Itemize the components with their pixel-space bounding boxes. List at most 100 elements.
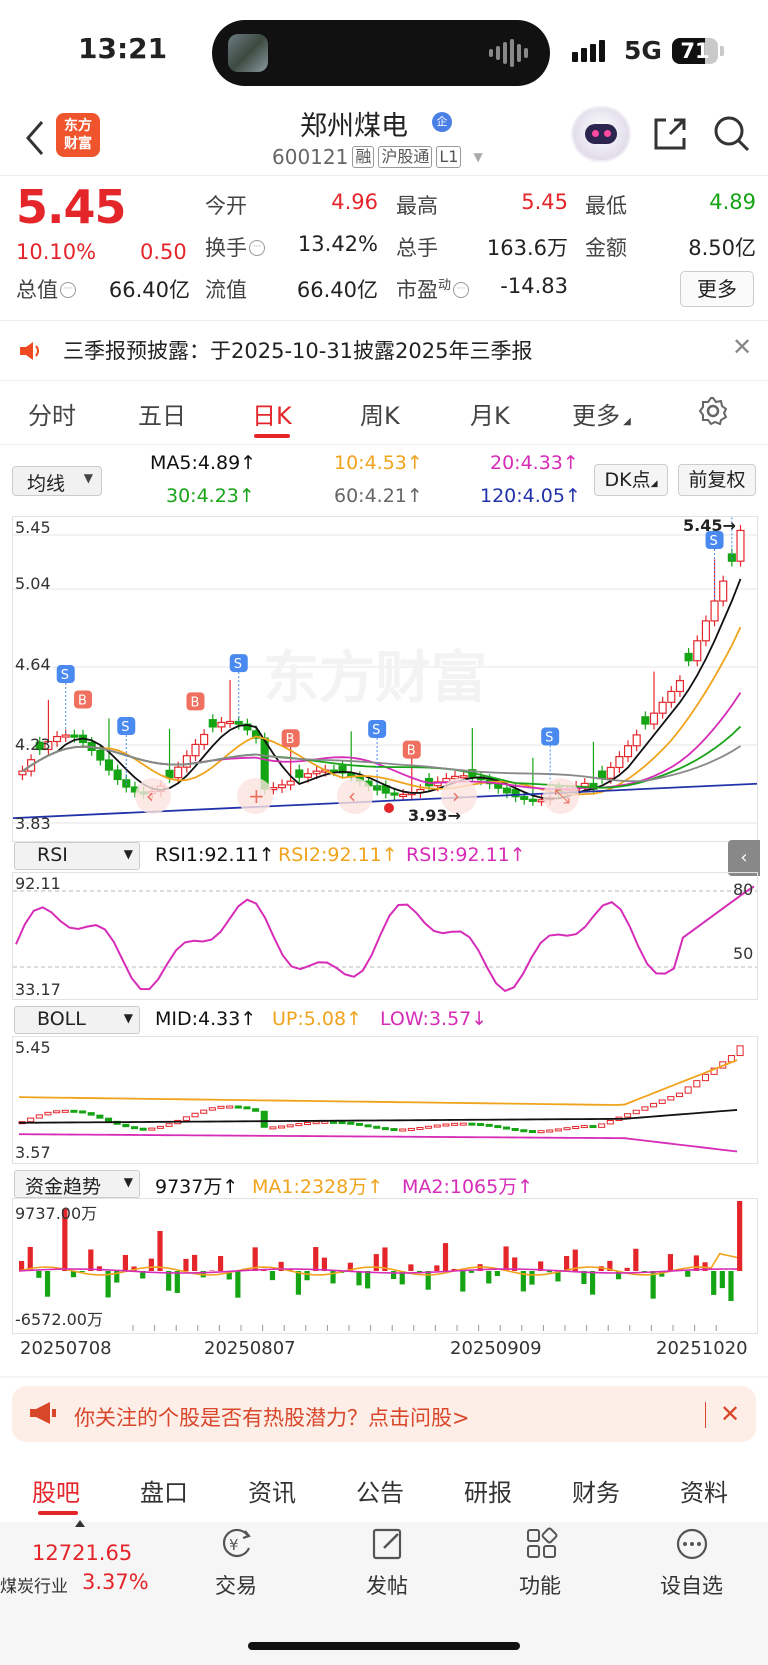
change-amount: 0.50 [140,240,187,264]
trade-icon[interactable]: ¥ [218,1526,254,1566]
boll-candle-up [226,1105,234,1109]
x-date-label: 20250909 [450,1338,542,1359]
btab-research[interactable]: 研报 [464,1473,512,1508]
home-indicator [248,1642,520,1650]
rsi3-value: RSI3:92.11↑ [406,844,526,866]
fund-bar-out [356,1271,362,1286]
kline-candle-up [61,734,70,738]
notice-divider [0,380,768,381]
btab-profile[interactable]: 资料 [680,1473,728,1508]
boll-candle-up [303,1121,312,1125]
btab-forum[interactable]: 股吧 [32,1473,80,1508]
boll-candle-up [537,1130,545,1134]
kline-chart[interactable]: 东方财富 SSSSSSSBBBB‹+‹›⤡ [12,516,758,842]
info-icon[interactable]: ··· [249,240,265,256]
assistant-robot-icon[interactable] [573,108,629,160]
buy-signal-letter: B [407,744,416,759]
amount-label: 金额 [585,236,627,260]
kline-candle-down [70,734,79,738]
boll-candle-down [511,1127,519,1131]
rsi-select[interactable]: RSI ▼ [14,842,140,870]
float-cap-value: 66.40亿 [296,278,378,302]
fund-bar-in [693,1255,699,1271]
kline-candle-up [649,712,659,725]
kline-candle-down [502,787,511,794]
ma-select[interactable]: 均线 ▼ [12,466,102,496]
back-icon[interactable] [22,118,46,165]
functions-label[interactable]: 功能 [519,1570,561,1600]
kline-candle-up [399,793,408,798]
kline-candle-down [684,652,693,662]
tab-more[interactable]: 更多 ◢ [572,396,631,431]
pe-value: -14.83 [500,274,568,298]
stock-code-line[interactable]: 600121 融 沪股通 L1 ▼ [272,145,483,169]
fund-bar-in [434,1265,440,1271]
adjust-button[interactable]: 前复权 [678,464,756,496]
fund-select[interactable]: 资金趋势 ▼ [14,1170,140,1198]
search-icon[interactable] [712,114,752,158]
media-thumbnail [228,34,268,72]
info-icon[interactable]: ··· [453,282,470,298]
boll-chart[interactable] [12,1036,758,1164]
btab-orderbook[interactable]: 盘口 [140,1473,188,1508]
watchlist-icon[interactable] [674,1526,710,1566]
share-icon[interactable] [650,114,690,158]
btab-financials[interactable]: 财务 [572,1473,620,1508]
info-icon[interactable]: ··· [60,282,76,298]
chart-bottom-divider [0,1376,768,1378]
tab-daily-k[interactable]: 日K [252,396,292,431]
post-icon[interactable] [370,1526,406,1566]
rsi-level-80: 80 [733,880,754,899]
more-button[interactable]: 更多 [680,271,754,307]
industry-index-value[interactable]: 12721.65 [32,1541,132,1565]
gear-icon[interactable] [698,396,728,430]
open-value: 4.96 [331,190,378,214]
battery-tip [720,46,724,56]
fund-bar-in [148,1258,154,1271]
fund-bar-in [27,1246,33,1271]
promo-text: 你关注的个股是否有热股潜力？点击问股> [74,1406,470,1430]
post-label[interactable]: 发帖 [366,1570,408,1600]
watchlist-label[interactable]: 设自选 [660,1570,723,1600]
ma20-value: 20:4.33↑ [490,452,579,474]
boll-candle-up [658,1099,666,1104]
close-icon[interactable]: ✕ [732,333,752,361]
boll-candle-up [606,1120,614,1125]
collapse-panel-icon[interactable]: ‹ [728,840,760,876]
low-marker: 3.93→ [408,806,461,825]
fund-bar-out [529,1271,535,1285]
close-icon[interactable]: ✕ [720,1400,740,1428]
kline-candle-up [459,775,468,779]
trade-label[interactable]: 交易 [215,1570,257,1600]
fund-bar-out [728,1271,734,1301]
battery-icon: 71 [672,38,718,64]
kline-candle-down [113,769,122,781]
buy-signal-letter: B [286,732,295,747]
rsi-chart[interactable] [12,872,758,1000]
boll-select[interactable]: BOLL ▼ [14,1006,140,1034]
industry-name[interactable]: 煤炭行业 [0,1572,68,1597]
tab-weekly-k[interactable]: 周K [360,396,400,431]
boll-candle-up [632,1109,640,1115]
fund-bar-in [88,1249,94,1271]
fund-chart[interactable] [12,1198,758,1334]
buy-signal-letter: B [78,693,87,708]
market-cap-value: 66.40亿 [108,278,190,302]
boll-candle-down [494,1125,502,1129]
tab-intraday[interactable]: 分时 [28,396,76,431]
btab-news[interactable]: 资讯 [248,1473,296,1508]
tab-five-day[interactable]: 五日 [138,396,186,431]
boll-candle-down [329,1120,337,1124]
chart-nav-glyph: ‹ [146,784,154,808]
tag-level: L1 [436,146,462,168]
boll-candle-up [44,1111,52,1116]
promo-separator [705,1402,706,1428]
btab-announcements[interactable]: 公告 [356,1473,404,1508]
fund-bar-in [408,1264,414,1271]
tab-monthly-k[interactable]: 月K [470,396,510,431]
boll-candle-up [407,1127,415,1131]
dk-point-button[interactable]: DK点◢ [594,464,668,496]
boll-candle-up [572,1126,580,1130]
sell-signal-letter: S [372,723,380,738]
functions-icon[interactable] [524,1526,560,1566]
